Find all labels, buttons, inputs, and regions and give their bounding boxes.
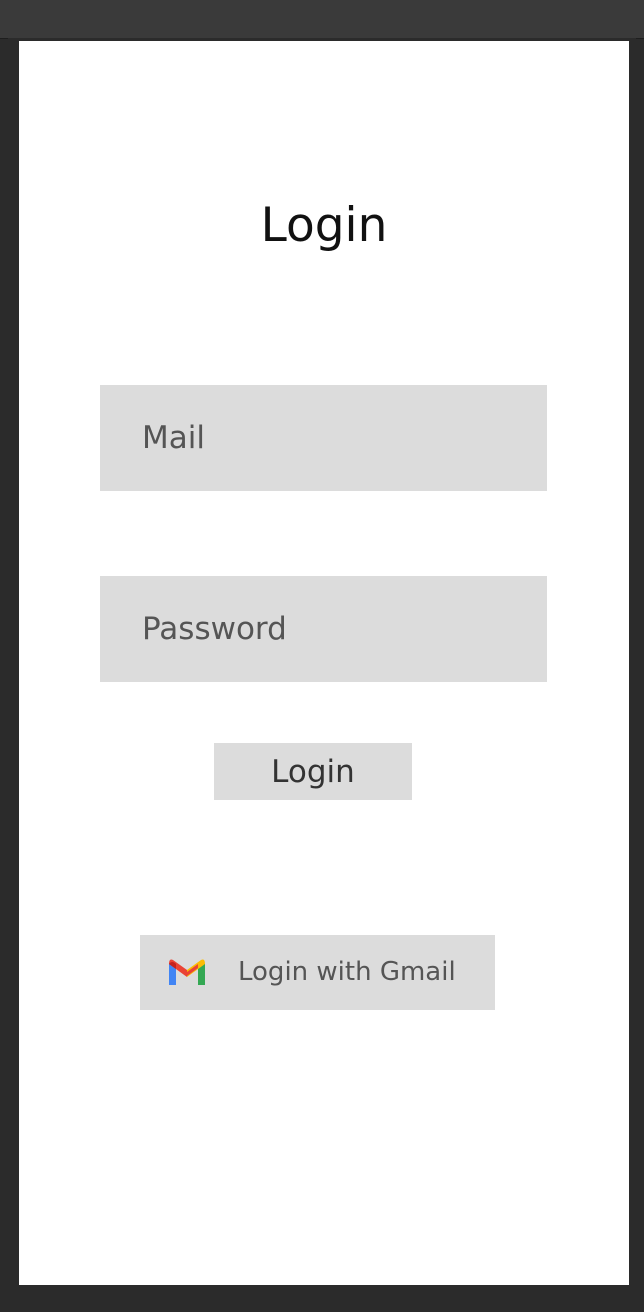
mail-input[interactable]	[100, 385, 547, 491]
gmail-button-label: Login with Gmail	[238, 957, 456, 987]
gmail-icon	[169, 959, 205, 985]
page-title: Login	[260, 198, 388, 253]
login-with-gmail-button[interactable]: Login with Gmail	[140, 935, 495, 1010]
login-screen: Login Login Login with Gmail	[19, 41, 629, 1285]
password-input[interactable]	[100, 576, 547, 682]
login-button[interactable]: Login	[214, 743, 412, 800]
window-top-bar	[0, 0, 644, 39]
